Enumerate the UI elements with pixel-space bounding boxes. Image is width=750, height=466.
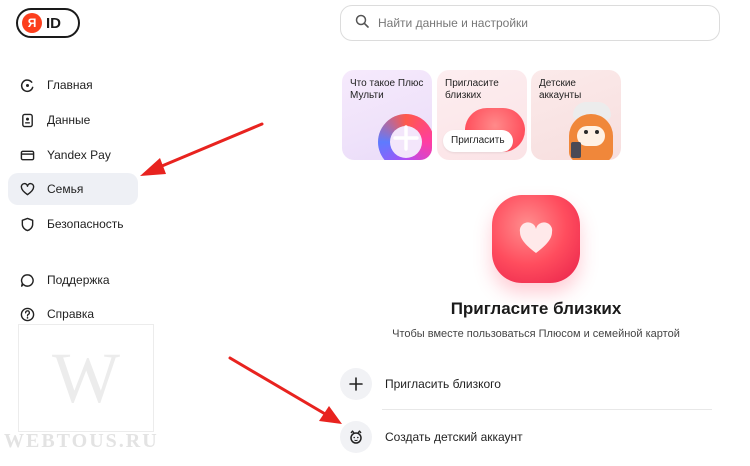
home-icon	[18, 76, 36, 94]
heart-icon	[519, 222, 553, 253]
yandex-logo-icon: Я	[22, 13, 42, 33]
sidebar-item-yandex-pay[interactable]: Yandex Pay	[8, 139, 138, 171]
create-child-account-button[interactable]: Создать детский аккаунт	[340, 420, 712, 454]
data-icon	[18, 111, 36, 129]
plus-icon	[340, 368, 372, 400]
search-icon	[355, 14, 369, 33]
sidebar-item-data[interactable]: Данные	[8, 104, 138, 136]
plus-icon	[393, 125, 419, 151]
arrow-head	[319, 406, 342, 424]
invite-relative-button[interactable]: Пригласить близкого	[340, 367, 712, 401]
divider	[382, 409, 712, 410]
family-title: Пригласите близких	[450, 299, 622, 318]
search-placeholder: Найти данные и настройки	[378, 16, 528, 30]
fox-face	[577, 126, 605, 146]
story-card-title: Пригласите близких	[445, 78, 499, 101]
story-card-plus-multi[interactable]: Что такое Плюс Мульти	[342, 70, 432, 160]
arrow-head	[140, 158, 166, 176]
story-card-title: Что такое Плюс Мульти	[350, 78, 424, 101]
child-icon	[340, 421, 372, 453]
story-card-invite[interactable]: Пригласите близких Пригласить	[437, 70, 527, 160]
sidebar-item-support[interactable]: Поддержка	[8, 264, 138, 296]
fox-eye	[584, 130, 588, 134]
chat-icon	[18, 271, 36, 289]
yandex-id-logo[interactable]: Я ID	[16, 8, 80, 38]
invite-button[interactable]: Пригласить	[443, 130, 513, 152]
story-card-kids[interactable]: Детские аккаунты	[531, 70, 621, 160]
logo-id-text: ID	[46, 14, 61, 32]
sidebar-item-security[interactable]: Безопасность	[8, 208, 138, 240]
card-icon	[18, 146, 36, 164]
sidebar-item-family[interactable]: Семья	[8, 173, 138, 205]
sidebar-item-label: Справка	[47, 307, 95, 321]
fox-eye	[595, 130, 599, 134]
sidebar-item-label: Поддержка	[47, 273, 110, 287]
action-label: Пригласить близкого	[385, 377, 501, 391]
action-label: Создать детский аккаунт	[385, 430, 523, 444]
sidebar-item-label: Безопасность	[47, 217, 124, 231]
arrow-to-family	[148, 122, 264, 173]
sidebar-item-home[interactable]: Главная	[8, 69, 138, 101]
shield-icon	[18, 215, 36, 233]
sidebar-item-label: Семья	[47, 182, 84, 196]
phone-icon	[571, 142, 581, 158]
watermark-logo: W	[18, 324, 154, 432]
family-subtitle: Чтобы вместе пользоваться Плюсом и семей…	[392, 328, 680, 340]
sidebar-item-label: Данные	[47, 113, 91, 127]
story-card-title: Детские аккаунты	[539, 78, 582, 101]
search-input[interactable]: Найти данные и настройки	[340, 5, 720, 41]
watermark-text: WEBTOUS.RU	[4, 430, 159, 452]
watermark-letter: W	[52, 337, 120, 418]
sidebar-item-label: Главная	[47, 78, 93, 92]
family-heart-illustration	[492, 195, 580, 283]
sidebar-item-label: Yandex Pay	[47, 148, 111, 162]
heart-icon	[18, 180, 36, 198]
help-icon	[18, 305, 36, 323]
arrow-to-child-account	[228, 356, 334, 420]
